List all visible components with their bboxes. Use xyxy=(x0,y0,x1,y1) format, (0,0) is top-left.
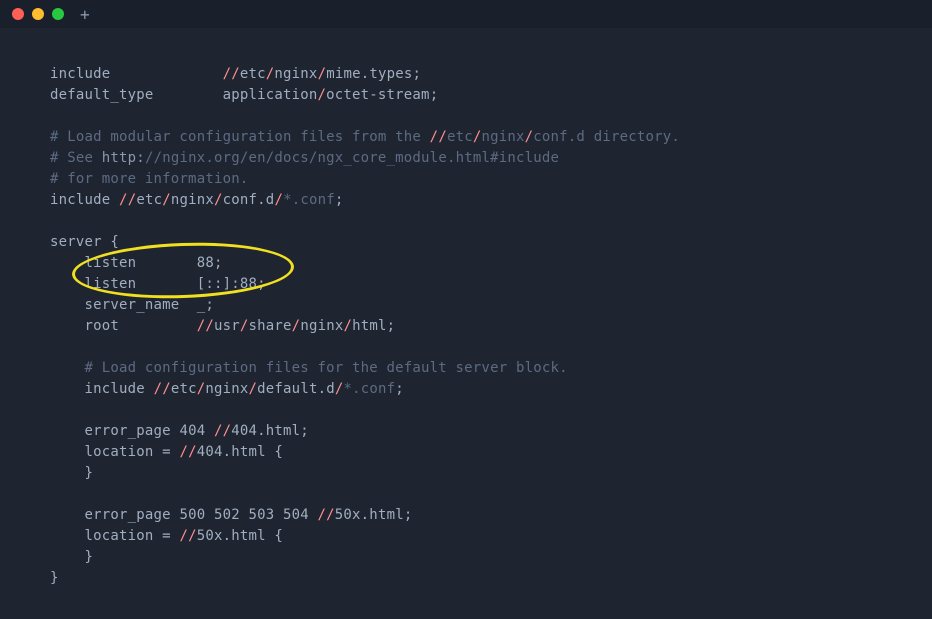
code-line: default_type application/octet-stream; xyxy=(50,85,932,106)
code-line xyxy=(50,211,932,232)
code-line: include //etc/nginx/conf.d/*.conf; xyxy=(50,190,932,211)
code-line: location = //404.html { xyxy=(50,442,932,463)
code-line: # for more information. xyxy=(50,169,932,190)
close-icon[interactable] xyxy=(12,8,24,20)
maximize-icon[interactable] xyxy=(52,8,64,20)
code-line xyxy=(50,400,932,421)
code-line xyxy=(50,337,932,358)
code-line: } xyxy=(50,547,932,568)
traffic-lights xyxy=(12,8,64,20)
minimize-icon[interactable] xyxy=(32,8,44,20)
code-editor[interactable]: include //etc/nginx/mime.types;default_t… xyxy=(0,28,932,589)
code-line: listen [::]:88; xyxy=(50,274,932,295)
code-line: server_name _; xyxy=(50,295,932,316)
code-line: error_page 500 502 503 504 //50x.html; xyxy=(50,505,932,526)
code-line: root //usr/share/nginx/html; xyxy=(50,316,932,337)
code-line xyxy=(50,106,932,127)
code-line: include //etc/nginx/default.d/*.conf; xyxy=(50,379,932,400)
code-line xyxy=(50,484,932,505)
code-line: # Load modular configuration files from … xyxy=(50,127,932,148)
code-line: listen 88; xyxy=(50,253,932,274)
new-tab-button[interactable]: + xyxy=(80,5,90,24)
titlebar: + xyxy=(0,0,932,28)
code-line: } xyxy=(50,568,932,589)
code-line: } xyxy=(50,463,932,484)
code-line: error_page 404 //404.html; xyxy=(50,421,932,442)
code-line: server { xyxy=(50,232,932,253)
code-line: include //etc/nginx/mime.types; xyxy=(50,64,932,85)
code-line: location = //50x.html { xyxy=(50,526,932,547)
code-line: # See http://nginx.org/en/docs/ngx_core_… xyxy=(50,148,932,169)
code-line: # Load configuration files for the defau… xyxy=(50,358,932,379)
